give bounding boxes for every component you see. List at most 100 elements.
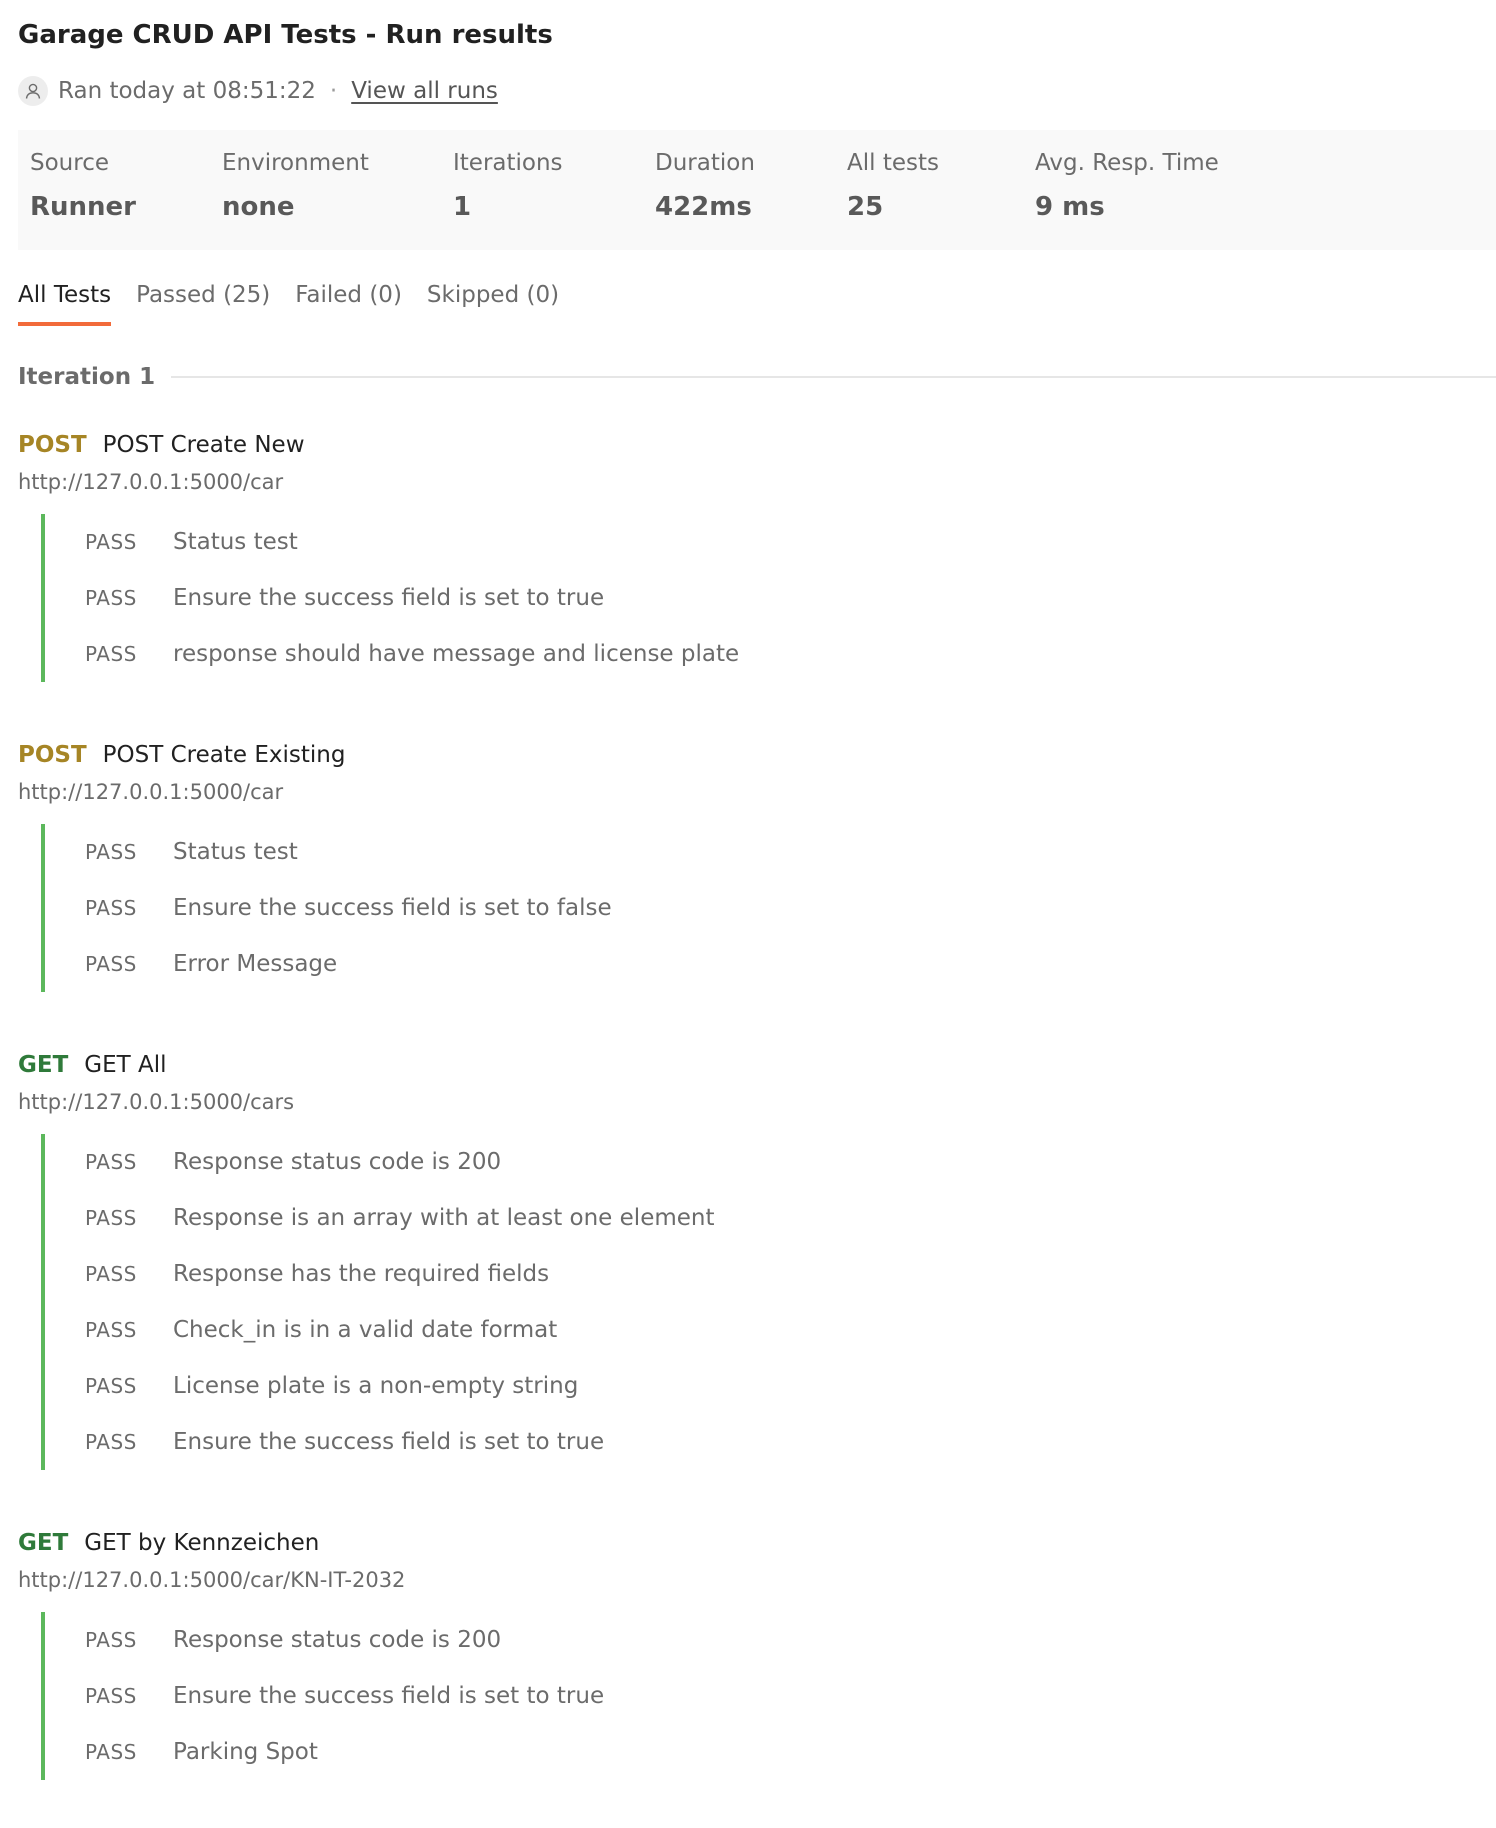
run-meta: Ran today at 08:51:22 · View all runs bbox=[18, 76, 498, 106]
request-url: http://127.0.0.1:5000/cars bbox=[18, 1090, 295, 1114]
test-status: PASS bbox=[85, 1374, 137, 1398]
test-row: PASS Response has the required fields bbox=[85, 1246, 715, 1302]
test-row: PASS Error Message bbox=[85, 936, 612, 992]
summary-value: 1 bbox=[453, 192, 472, 222]
test-row: PASS Ensure the success field is set to … bbox=[85, 880, 612, 936]
test-name: Parking Spot bbox=[173, 1739, 318, 1765]
test-status: PASS bbox=[85, 1430, 137, 1454]
request-block: POST POST Create New http://127.0.0.1:50… bbox=[18, 432, 739, 682]
test-status: PASS bbox=[85, 1262, 137, 1286]
test-row: PASS Parking Spot bbox=[85, 1724, 604, 1780]
tab-all-tests[interactable]: All Tests bbox=[18, 282, 112, 326]
user-icon bbox=[18, 76, 48, 106]
run-summary: Source Runner Environment none Iteration… bbox=[18, 130, 1496, 250]
test-name: Response is an array with at least one e… bbox=[173, 1205, 715, 1231]
request-url: http://127.0.0.1:5000/car bbox=[18, 470, 284, 494]
request-url: http://127.0.0.1:5000/car/KN-IT-2032 bbox=[18, 1568, 406, 1592]
summary-value: 25 bbox=[847, 192, 884, 222]
request-name: POST Create Existing bbox=[102, 742, 346, 768]
view-all-runs-link[interactable]: View all runs bbox=[351, 78, 498, 104]
test-status: PASS bbox=[85, 1318, 137, 1342]
test-row: PASS Ensure the success field is set to … bbox=[85, 1668, 604, 1724]
test-name: License plate is a non-empty string bbox=[173, 1373, 579, 1399]
meta-separator: · bbox=[329, 78, 338, 104]
test-name: Response status code is 200 bbox=[173, 1149, 502, 1175]
test-status: PASS bbox=[85, 1740, 137, 1764]
test-row: PASS Check_in is in a valid date format bbox=[85, 1302, 715, 1358]
test-list: PASS Response status code is 200 PASS En… bbox=[41, 1612, 604, 1780]
test-status: PASS bbox=[85, 1150, 137, 1174]
summary-label: Environment bbox=[222, 150, 369, 176]
ran-timestamp: Ran today at 08:51:22 bbox=[58, 78, 316, 104]
test-name: Ensure the success field is set to false bbox=[173, 895, 612, 921]
request-header[interactable]: GET GET by Kennzeichen bbox=[18, 1530, 604, 1556]
request-block: POST POST Create Existing http://127.0.0… bbox=[18, 742, 612, 992]
page-title: Garage CRUD API Tests - Run results bbox=[18, 20, 553, 50]
test-name: Check_in is in a valid date format bbox=[173, 1317, 558, 1343]
summary-label: Avg. Resp. Time bbox=[1035, 150, 1219, 176]
summary-all-tests: All tests 25 bbox=[847, 150, 939, 222]
test-name: Response status code is 200 bbox=[173, 1627, 502, 1653]
test-status: PASS bbox=[85, 1206, 137, 1230]
test-name: Ensure the success field is set to true bbox=[173, 585, 605, 611]
test-status: PASS bbox=[85, 896, 137, 920]
summary-avg-resp-time: Avg. Resp. Time 9 ms bbox=[1035, 150, 1219, 222]
test-status: PASS bbox=[85, 1684, 137, 1708]
test-row: PASS response should have message and li… bbox=[85, 626, 739, 682]
test-name: Ensure the success field is set to true bbox=[173, 1683, 605, 1709]
request-header[interactable]: POST POST Create New bbox=[18, 432, 739, 458]
request-block: GET GET All http://127.0.0.1:5000/cars P… bbox=[18, 1052, 715, 1470]
tab-passed[interactable]: Passed (25) bbox=[136, 282, 270, 326]
test-name: Error Message bbox=[173, 951, 338, 977]
test-row: PASS Status test bbox=[85, 824, 612, 880]
summary-label: Source bbox=[30, 150, 109, 176]
test-row: PASS Response status code is 200 bbox=[85, 1612, 604, 1668]
test-name: Response has the required fields bbox=[173, 1261, 550, 1287]
test-row: PASS Status test bbox=[85, 514, 739, 570]
test-name: Status test bbox=[173, 839, 298, 865]
request-url: http://127.0.0.1:5000/car bbox=[18, 780, 284, 804]
test-name: Status test bbox=[173, 529, 298, 555]
summary-environment: Environment none bbox=[222, 150, 369, 222]
test-row: PASS Ensure the success field is set to … bbox=[85, 1414, 715, 1470]
iteration-header: Iteration 1 bbox=[18, 364, 1496, 390]
request-name: GET All bbox=[84, 1052, 167, 1078]
test-status: PASS bbox=[85, 586, 137, 610]
test-row: PASS Response is an array with at least … bbox=[85, 1190, 715, 1246]
request-method: POST bbox=[18, 742, 87, 768]
test-list: PASS Response status code is 200 PASS Re… bbox=[41, 1134, 715, 1470]
test-row: PASS Ensure the success field is set to … bbox=[85, 570, 739, 626]
request-name: GET by Kennzeichen bbox=[84, 1530, 320, 1556]
summary-value: 422ms bbox=[655, 192, 752, 222]
request-method: GET bbox=[18, 1530, 69, 1556]
test-list: PASS Status test PASS Ensure the success… bbox=[41, 824, 612, 992]
test-status: PASS bbox=[85, 1628, 137, 1652]
tab-failed[interactable]: Failed (0) bbox=[295, 282, 402, 326]
test-status: PASS bbox=[85, 840, 137, 864]
summary-value: none bbox=[222, 192, 295, 222]
summary-value: 9 ms bbox=[1035, 192, 1105, 222]
request-header[interactable]: GET GET All bbox=[18, 1052, 715, 1078]
test-name: response should have message and license… bbox=[173, 641, 740, 667]
request-header[interactable]: POST POST Create Existing bbox=[18, 742, 612, 768]
summary-label: Iterations bbox=[453, 150, 563, 176]
iteration-divider bbox=[171, 376, 1496, 378]
summary-duration: Duration 422ms bbox=[655, 150, 755, 222]
request-name: POST Create New bbox=[102, 432, 305, 458]
request-block: GET GET by Kennzeichen http://127.0.0.1:… bbox=[18, 1530, 604, 1780]
request-method: POST bbox=[18, 432, 87, 458]
tab-skipped[interactable]: Skipped (0) bbox=[427, 282, 559, 326]
summary-source: Source Runner bbox=[30, 150, 136, 222]
test-row: PASS Response status code is 200 bbox=[85, 1134, 715, 1190]
test-name: Ensure the success field is set to true bbox=[173, 1429, 605, 1455]
test-status: PASS bbox=[85, 642, 137, 666]
iteration-label: Iteration 1 bbox=[18, 364, 156, 390]
summary-iterations: Iterations 1 bbox=[453, 150, 563, 222]
summary-value: Runner bbox=[30, 192, 137, 222]
test-status: PASS bbox=[85, 952, 137, 976]
summary-label: Duration bbox=[655, 150, 755, 176]
test-row: PASS License plate is a non-empty string bbox=[85, 1358, 715, 1414]
test-list: PASS Status test PASS Ensure the success… bbox=[41, 514, 739, 682]
result-tabs: All Tests Passed (25) Failed (0) Skipped… bbox=[18, 282, 584, 326]
test-status: PASS bbox=[85, 530, 137, 554]
